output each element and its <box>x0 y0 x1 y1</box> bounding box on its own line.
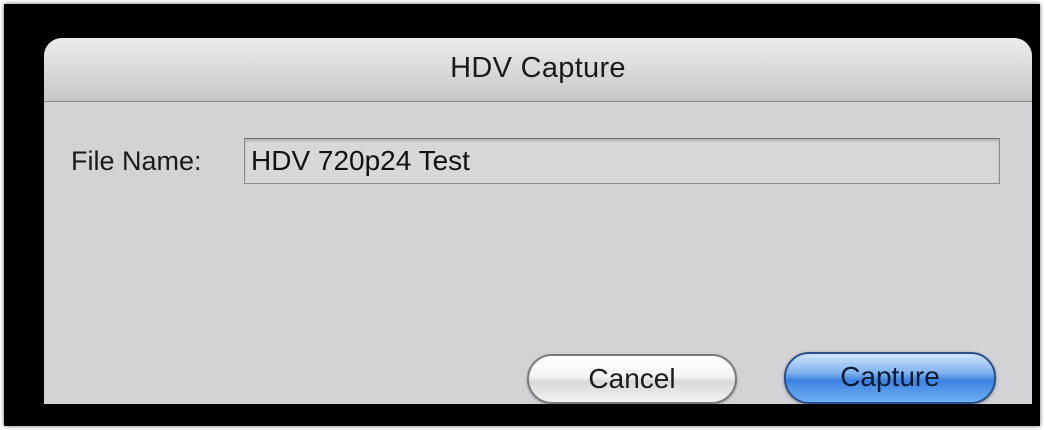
dialog-title: HDV Capture <box>450 52 626 84</box>
file-name-input[interactable] <box>244 138 1000 184</box>
dialog-titlebar: HDV Capture <box>44 38 1032 102</box>
cancel-button[interactable]: Cancel <box>527 354 737 404</box>
dialog-content: File Name: Cancel Capture <box>44 102 1032 404</box>
file-name-label: File Name: <box>71 146 202 176</box>
capture-button[interactable]: Capture <box>784 352 996 404</box>
window-frame: HDV Capture File Name: Cancel Capture <box>4 4 1040 426</box>
hdv-capture-dialog: HDV Capture File Name: Cancel Capture <box>44 38 1032 404</box>
